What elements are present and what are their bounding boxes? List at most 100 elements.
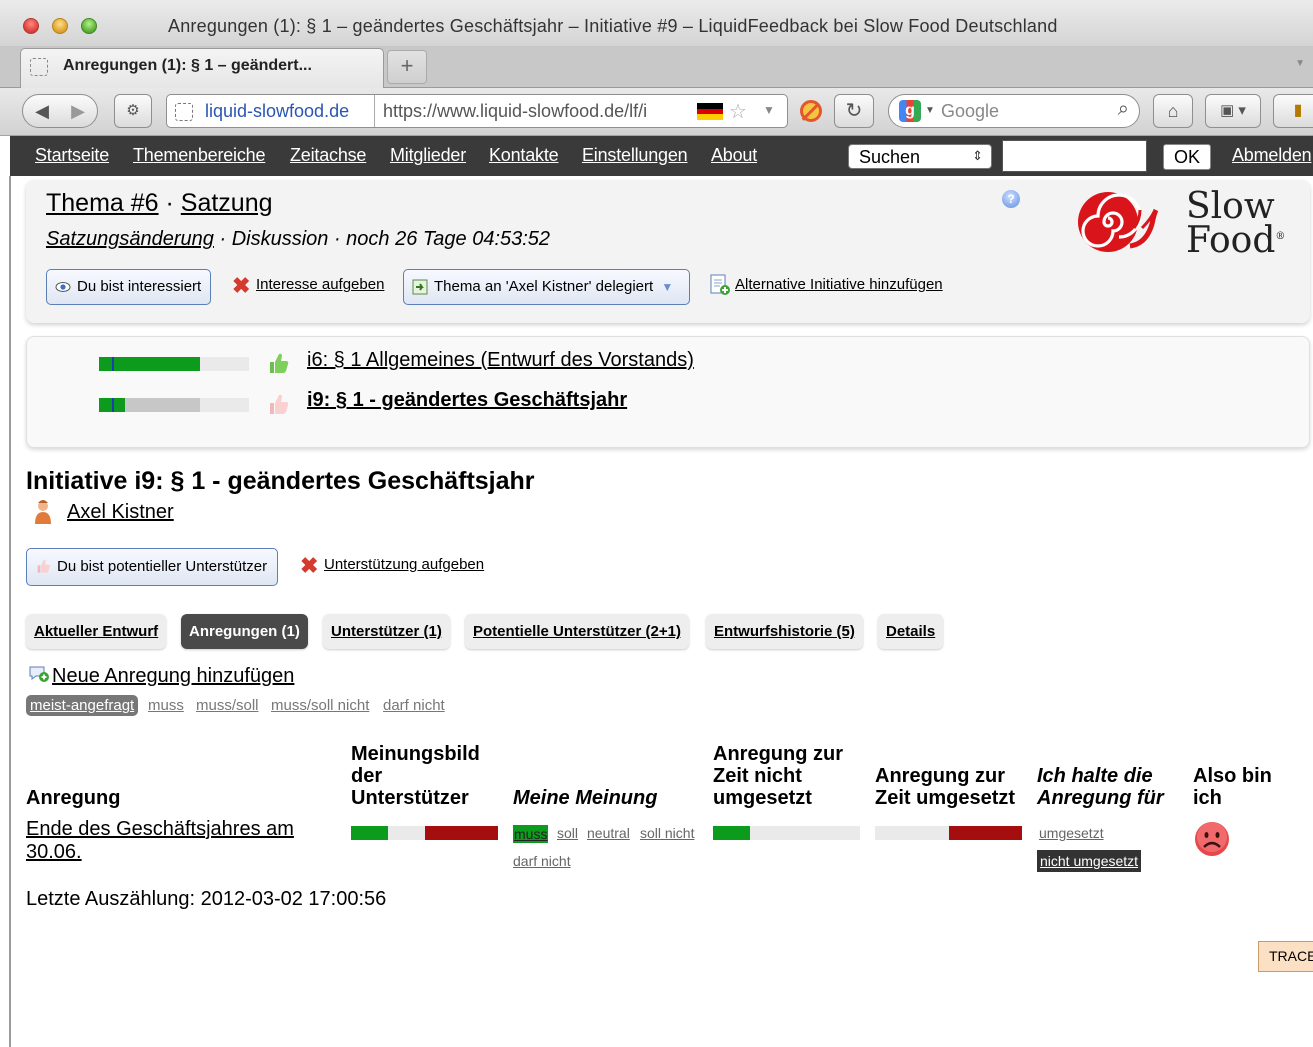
search-ok-button[interactable]: OK [1163,144,1211,170]
tab-potentielle-unterstuetzer[interactable]: Potentielle Unterstützer (2+1) [465,614,689,649]
delegation-icon [412,279,428,295]
trace-button[interactable]: TRACE [1258,941,1313,972]
tab-aktueller-entwurf[interactable]: Aktueller Entwurf [26,614,167,649]
google-icon[interactable]: g [899,100,921,122]
chevron-down-icon: ▼ [661,280,674,294]
browser-tab-title: Anregungen (1): § 1 – geändert... [63,57,312,74]
new-suggestion-link[interactable]: Neue Anregung hinzufügen [28,665,294,688]
topic-link[interactable]: Thema #6 [46,189,159,217]
slow-food-logo: Slow Food® [1056,184,1306,264]
help-icon[interactable]: ? [1002,190,1020,208]
filter-darf-nicht[interactable]: darf nicht [383,697,445,714]
remove-interest-link[interactable]: Interesse aufgeben [256,276,384,293]
nav-link-kontakte[interactable]: Kontakte [489,145,559,166]
initiative-bar-i9 [99,398,249,412]
thumb-up-pink-icon [270,394,289,414]
topic-header: Thema #6 · Satzung Satzungsänderung · Di… [26,180,1310,323]
block-icon[interactable] [800,100,822,122]
nav-link-themenbereiche[interactable]: Themenbereiche [133,145,265,166]
supporter-opinion-bar [351,826,498,840]
url-bar[interactable]: liquid-slowfood.de https://www.liquid-sl… [166,94,788,128]
my-opinion-soll-nicht[interactable]: soll nicht [640,825,694,841]
bookmark-icon[interactable]: ▣ ▾ [1205,94,1261,128]
nav-link-mitglieder[interactable]: Mitglieder [390,145,466,166]
new-tab-button[interactable]: + [387,50,427,84]
back-forward-button[interactable]: ◀ ▶ [22,94,98,128]
window-title: Anregungen (1): § 1 – geändertes Geschäf… [168,16,1058,36]
column-header-meine-meinung: Meine Meinung [513,787,658,809]
tab-anregungen[interactable]: Anregungen (1) [181,614,308,649]
star-icon[interactable]: ☆ [729,99,747,124]
chevron-down-icon[interactable]: ▼ [925,105,935,116]
tab-bar: Anregungen (1): § 1 – geändert... + ▼ [0,46,1313,88]
browser-tab[interactable]: Anregungen (1): § 1 – geändert... [20,48,384,88]
delegation-button[interactable]: Thema an 'Axel Kistner' delegiert ▼ [403,269,690,305]
tab-details[interactable]: Details [878,614,944,649]
quorum-marker [112,398,114,412]
tab-scroll-icon[interactable]: ▼ [1295,58,1305,69]
snail-logo-icon [1078,192,1159,252]
policy-link[interactable]: Satzungsänderung [46,228,214,250]
area-link[interactable]: Satzung [181,189,273,217]
filter-muss-soll[interactable]: muss/soll [196,697,259,714]
search-type-value: Suchen [859,147,921,167]
browser-search-input[interactable]: g ▼ Google ⌕ [888,94,1140,128]
sad-face-icon [1195,822,1229,856]
filter-meist-angefragt[interactable]: meist-angefragt [26,695,139,716]
tab-unterstuetzer[interactable]: Unterstützer (1) [323,614,450,649]
chevron-down-icon[interactable]: ▼ [763,103,775,117]
fulfilled-option-umgesetzt[interactable]: umgesetzt [1039,825,1104,841]
nav-link-about[interactable]: About [711,145,757,166]
search-icon[interactable]: ⌕ [1118,98,1129,121]
tab-entwurfshistorie[interactable]: Entwurfshistorie (5) [706,614,863,649]
eye-icon [55,282,71,292]
url-domain: liquid-slowfood.de [205,101,350,121]
column-header-anregung: Anregung [26,787,121,809]
filter-muss-soll-nicht[interactable]: muss/soll nicht [271,697,369,714]
nav-link-startseite[interactable]: Startseite [35,145,109,166]
author-link[interactable]: Axel Kistner [67,501,174,524]
site-navigation: Startseite Themenbereiche Zeitachse Mitg… [10,136,1313,176]
interested-button[interactable]: Du bist interessiert [46,269,211,305]
extension-icon[interactable]: ▮ [1273,94,1313,128]
filter-muss[interactable]: muss [148,697,184,714]
logout-link[interactable]: Abmelden [1232,145,1312,166]
reload-icon[interactable]: ↻ [834,94,874,128]
nav-link-zeitachse[interactable]: Zeitachse [290,145,366,166]
search-input[interactable] [1002,140,1147,172]
remove-support-link[interactable]: Unterstützung aufgeben [324,556,484,573]
my-opinion-darf-nicht[interactable]: darf nicht [513,853,571,869]
logo-text-food: Food® [1186,220,1286,261]
forward-icon[interactable]: ▶ [60,95,96,127]
remove-icon[interactable]: ✖ [300,555,320,577]
initiative-title: Initiative i9: § 1 - geändertes Geschäft… [26,467,535,495]
zoom-window-icon[interactable] [81,18,97,34]
column-header-umgesetzt: Anregung zur Zeit umgesetzt [875,765,1016,809]
minimize-window-icon[interactable] [52,18,68,34]
remove-icon[interactable]: ✖ [232,275,252,297]
home-icon[interactable]: ⌂ [1153,94,1193,128]
back-icon[interactable]: ◀ [24,95,60,127]
search-type-select[interactable]: Suchen ⇕ [848,144,992,169]
potential-supporter-button[interactable]: Du bist potentieller Unterstützer [26,548,278,586]
identity-icon[interactable]: ⚙ [114,94,152,128]
close-window-icon[interactable] [23,18,39,34]
topic-status: Satzungsänderung · Diskussion · noch 26 … [46,228,550,251]
url-text[interactable]: https://www.liquid-slowfood.de/lf/i [383,101,647,122]
my-opinion-neutral[interactable]: neutral [587,825,630,841]
topic-state: · Diskussion · noch 26 Tage 04:53:52 [213,228,551,250]
my-opinion-muss[interactable]: muss [513,825,549,843]
my-opinion-soll[interactable]: soll [557,825,578,841]
nav-link-einstellungen[interactable]: Einstellungen [582,145,688,166]
initiative-link-i6[interactable]: i6: § 1 Allgemeines (Entwurf des Vorstan… [307,349,694,372]
select-arrows-icon: ⇕ [972,148,983,163]
initiative-link-i9[interactable]: i9: § 1 - geändertes Geschäftsjahr [307,389,627,412]
author-avatar-icon [35,500,51,524]
thumb-up-pink-icon [37,559,50,573]
topic-title: Thema #6 · Satzung [46,189,273,217]
add-alternative-link[interactable]: Alternative Initiative hinzufügen [735,276,943,293]
suggestion-link[interactable]: Ende des Geschäftsjahres am 30.06. [26,818,326,864]
fulfilled-option-nicht-umgesetzt[interactable]: nicht umgesetzt [1037,850,1142,872]
page-icon [175,103,193,121]
not-implemented-bar [713,826,860,840]
